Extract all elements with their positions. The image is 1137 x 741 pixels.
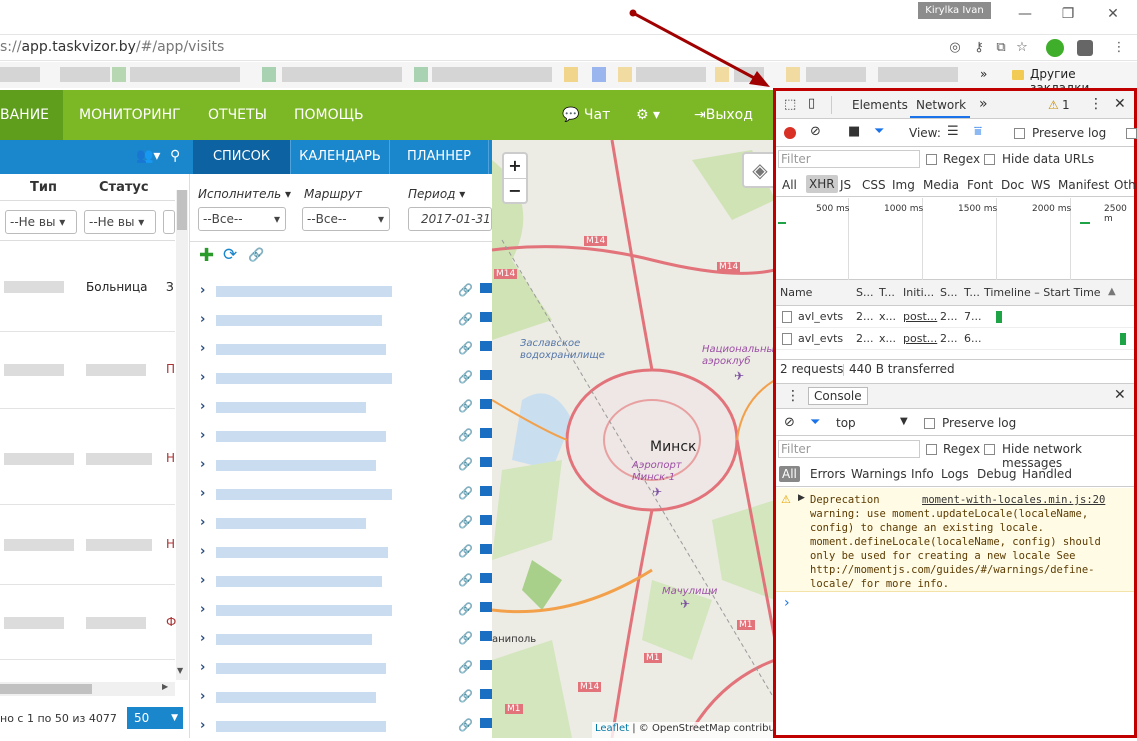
annotation-arrow — [629, 9, 770, 87]
